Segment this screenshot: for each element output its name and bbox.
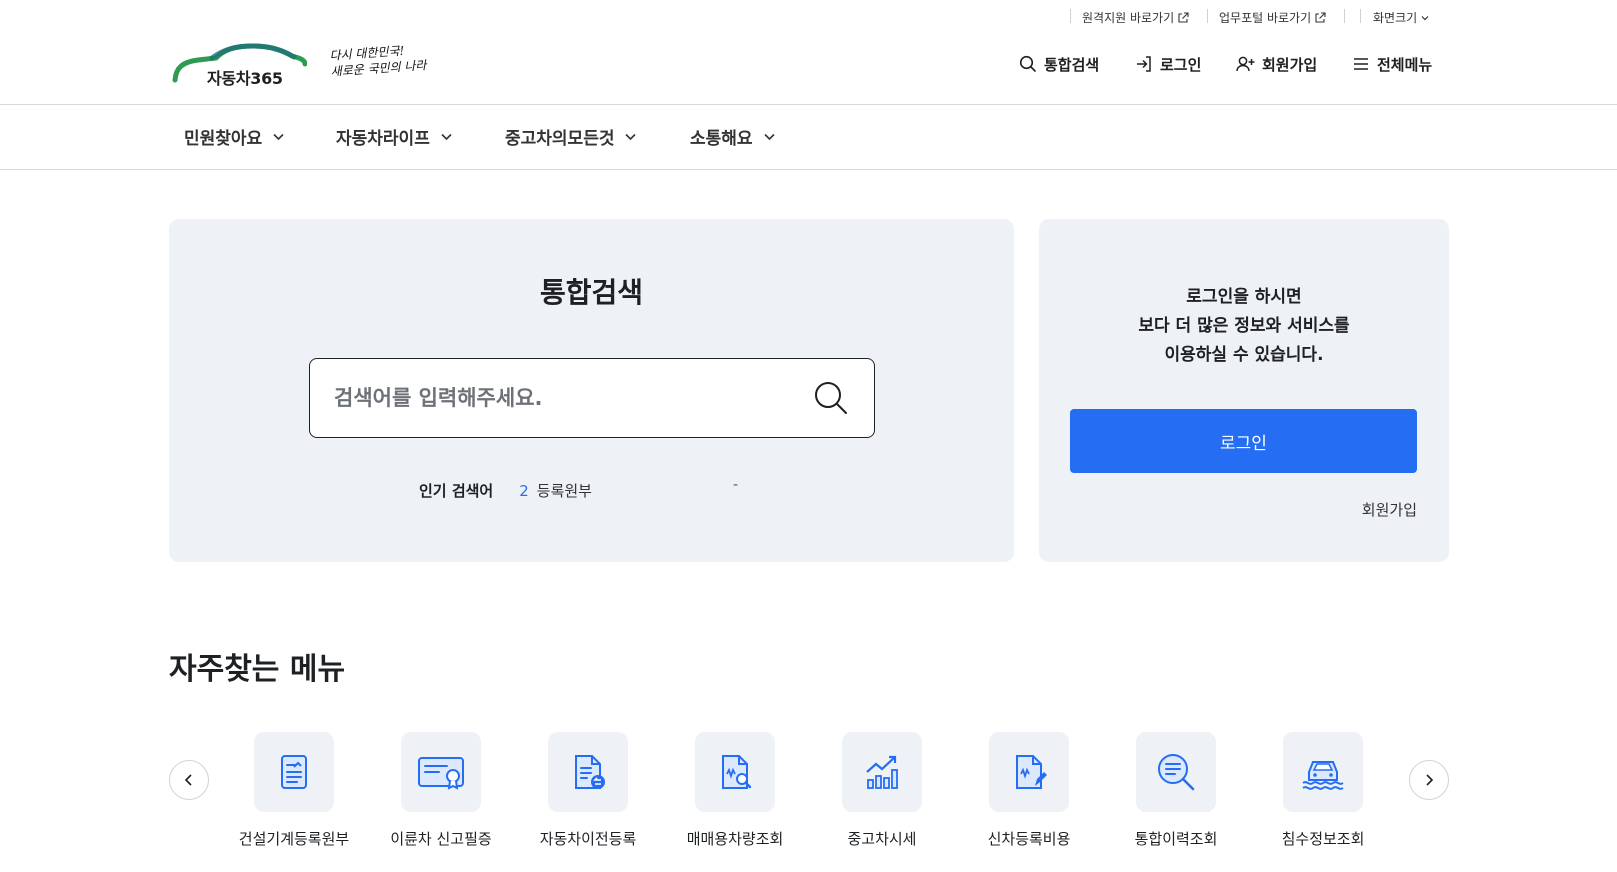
- quick-menu-label: 이륜차 신고필증: [390, 830, 492, 848]
- external-link-icon: [1315, 11, 1326, 23]
- business-portal-link[interactable]: 업무포털 바로가기: [1219, 9, 1326, 26]
- divider: [1344, 9, 1345, 23]
- login-panel: 로그인을 하시면 보다 더 많은 정보와 서비스를 이용하실 수 있습니다. 로…: [1039, 219, 1449, 562]
- login-message: 로그인을 하시면 보다 더 많은 정보와 서비스를 이용하실 수 있습니다.: [1039, 283, 1449, 370]
- search-icon: [1019, 55, 1037, 73]
- divider: [0, 169, 1617, 170]
- chart-trend-icon: [866, 755, 898, 789]
- add-user-icon: [1236, 56, 1255, 72]
- nav-item-label: 자동차라이프: [336, 129, 430, 149]
- signup-link[interactable]: 회원가입: [1362, 499, 1417, 520]
- quick-menu-tile: [989, 732, 1069, 812]
- search-input[interactable]: [334, 379, 794, 417]
- quick-menu-tile: [548, 732, 628, 812]
- quick-menu-label: 자동차이전등록: [539, 830, 637, 848]
- nav-item-car-life[interactable]: 자동차라이프: [336, 124, 453, 149]
- quick-menu-label: 침수정보조회: [1281, 830, 1365, 848]
- carousel-next-button[interactable]: [1409, 760, 1449, 800]
- business-portal-label: 업무포털 바로가기: [1219, 11, 1312, 25]
- quick-menu-label: 통합이력조회: [1134, 830, 1218, 848]
- integrated-search-panel: 통합검색 인기 검색어 2 등록원부 -: [169, 219, 1014, 562]
- login-message-line: 이용하실 수 있습니다.: [1164, 345, 1324, 365]
- popular-rank: 2: [519, 481, 529, 500]
- header-search-button[interactable]: 통합검색: [1019, 52, 1099, 76]
- quick-menu-label: 건설기계등록원부: [238, 830, 350, 848]
- transfer-document-icon: [575, 755, 605, 789]
- logo[interactable]: 자동차365: [172, 40, 307, 90]
- quick-menu-tile: [695, 732, 775, 812]
- screen-size-button[interactable]: 화면크기: [1373, 9, 1430, 26]
- section-title: 자주찾는 메뉴: [169, 652, 346, 687]
- utility-bar: 원격지원 바로가기 업무포털 바로가기 화면크기: [0, 0, 1617, 32]
- login-button[interactable]: 로그인: [1070, 409, 1417, 473]
- search-submit-button[interactable]: [812, 379, 850, 417]
- nav-item-label: 소통해요: [690, 129, 753, 149]
- divider: [0, 104, 1617, 105]
- quick-menu-tile: [842, 732, 922, 812]
- popular-keyword-link[interactable]: 등록원부: [537, 480, 592, 501]
- login-message-line: 보다 더 많은 정보와 서비스를: [1138, 316, 1350, 336]
- chevron-down-icon: [441, 133, 452, 141]
- divider: [1070, 9, 1071, 23]
- remote-support-label: 원격지원 바로가기: [1082, 11, 1175, 25]
- document-pen-icon: [1016, 755, 1047, 789]
- header-signup-label: 회원가입: [1262, 55, 1318, 74]
- divider: [1360, 9, 1361, 23]
- search-icon: [815, 382, 847, 414]
- document-search-icon: [722, 755, 752, 789]
- screen-size-label: 화면크기: [1373, 11, 1418, 25]
- header-login-label: 로그인: [1160, 55, 1202, 74]
- header-search-label: 통합검색: [1044, 55, 1100, 74]
- popular-keywords-label: 인기 검색어: [419, 482, 494, 500]
- login-icon: [1137, 56, 1151, 72]
- chevron-down-icon: [273, 133, 284, 141]
- popular-keywords: 인기 검색어 2 등록원부: [419, 480, 592, 501]
- external-link-icon: [1178, 11, 1189, 23]
- nav-item-communication[interactable]: 소통해요: [690, 124, 776, 149]
- all-menu-label: 전체메뉴: [1377, 55, 1433, 74]
- quick-menu-tile: [401, 732, 481, 812]
- search-box: [309, 358, 875, 438]
- chevron-down-icon: [763, 133, 775, 141]
- quick-menu-label: 신차등록비용: [987, 830, 1071, 848]
- flooded-car-icon: [1302, 761, 1344, 790]
- all-menu-button[interactable]: 전체메뉴: [1352, 52, 1432, 76]
- quick-menu-label: 중고차시세: [847, 830, 917, 848]
- nav-item-used-car[interactable]: 중고차의모든것: [505, 124, 637, 149]
- chevron-down-icon: [1421, 15, 1429, 20]
- chevron-down-icon: [625, 133, 637, 141]
- quick-menu-tile: [1283, 732, 1363, 812]
- nav-item-label: 중고차의모든것: [505, 129, 615, 149]
- slogan: 다시 대한민국! 새로운 국민의 나라: [329, 40, 441, 80]
- header-signup-button[interactable]: 회원가입: [1236, 52, 1317, 76]
- quick-menu-tile: [254, 732, 334, 812]
- hamburger-menu-icon: [1354, 58, 1368, 70]
- chevron-right-icon: [1426, 774, 1434, 786]
- nav-item-label: 민원찾아요: [184, 129, 263, 149]
- quick-menu-label: 매매용차량조회: [686, 830, 784, 848]
- popular-dash: -: [733, 477, 739, 493]
- divider: [1207, 9, 1208, 23]
- logo-text: 자동차365: [207, 69, 283, 88]
- certificate-icon: [418, 757, 464, 790]
- search-title: 통합검색: [539, 276, 644, 309]
- quick-menu-tile: [1136, 732, 1216, 812]
- header-login-button[interactable]: 로그인: [1135, 52, 1201, 76]
- carousel-prev-button[interactable]: [169, 760, 209, 800]
- chevron-left-icon: [184, 774, 192, 786]
- document-icon: [281, 755, 307, 789]
- remote-support-link[interactable]: 원격지원 바로가기: [1082, 9, 1189, 26]
- nav-item-civil-service[interactable]: 민원찾아요: [184, 124, 285, 149]
- search-list-icon: [1158, 754, 1195, 791]
- login-message-line: 로그인을 하시면: [1186, 287, 1302, 307]
